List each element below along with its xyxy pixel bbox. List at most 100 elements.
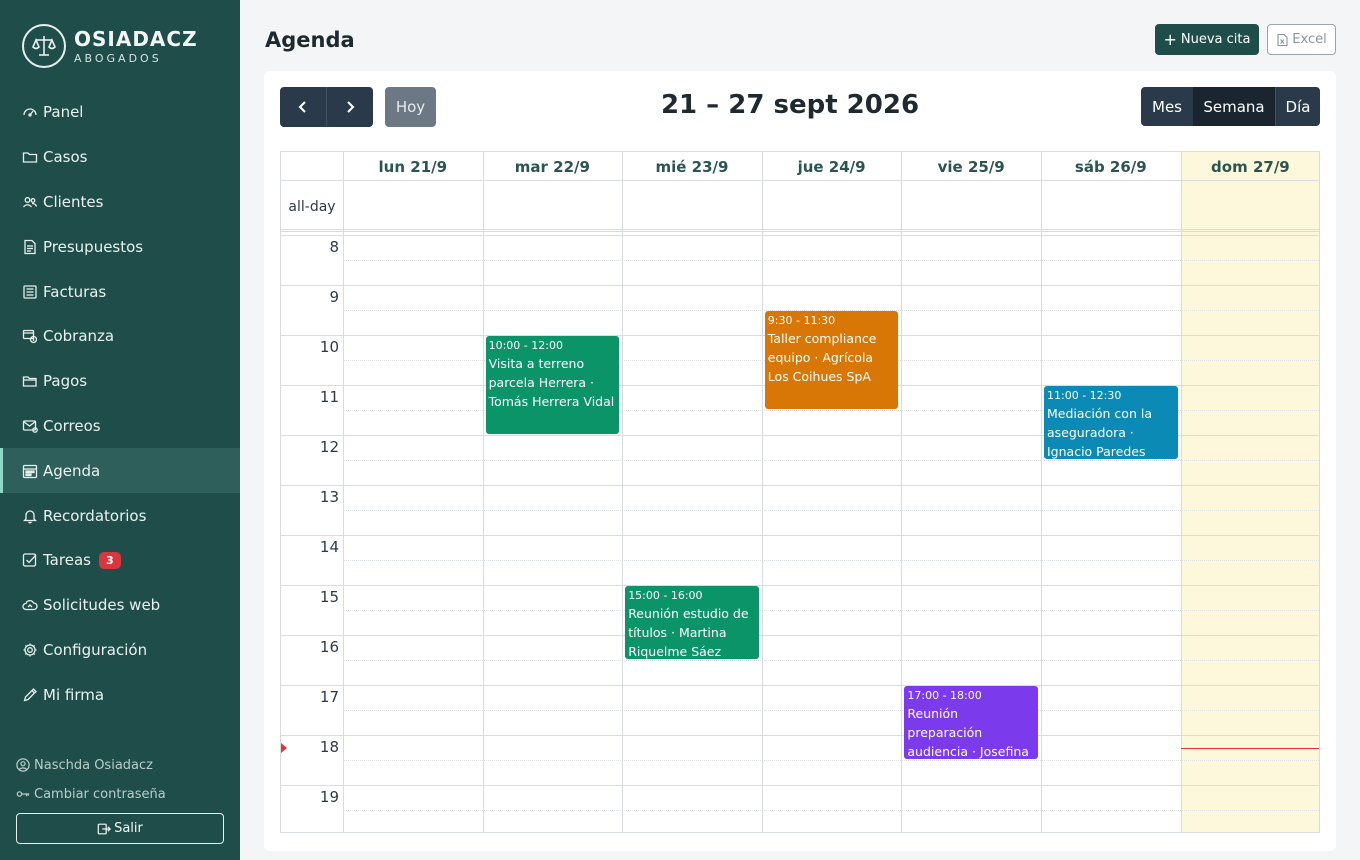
- sidebar-nav: Panel Casos Clientes Presupuestos Facturas Co…: [0, 90, 240, 717]
- hour-label: 15: [319, 588, 339, 606]
- checkbox-icon: [22, 552, 38, 568]
- column-divider: [1041, 152, 1042, 832]
- new-appointment-button[interactable]: + Nueva cita: [1155, 24, 1259, 55]
- today-button[interactable]: Hoy: [385, 87, 436, 127]
- sidebar-item-facturas[interactable]: Facturas: [0, 269, 240, 314]
- day-header[interactable]: sáb 26/9: [1041, 152, 1181, 181]
- view-month-button[interactable]: Mes: [1141, 87, 1193, 126]
- user-profile-link[interactable]: Naschda Osiadacz: [16, 756, 224, 774]
- day-header[interactable]: lun 21/9: [343, 152, 483, 181]
- view-week-button[interactable]: Semana: [1193, 87, 1275, 126]
- sidebar-item-mi-firma[interactable]: Mi firma: [0, 672, 240, 717]
- day-header[interactable]: vie 25/9: [901, 152, 1041, 181]
- hour-line: [281, 635, 1319, 636]
- change-password-label: Cambiar contraseña: [34, 786, 166, 802]
- column-divider: [761, 152, 763, 832]
- sidebar-item-label: Casos: [43, 148, 88, 167]
- sidebar-item-clientes[interactable]: Clientes: [0, 180, 240, 225]
- sidebar-item-label: Facturas: [43, 282, 107, 301]
- mail-icon: [22, 418, 38, 434]
- event-time: 9:30 - 11:30: [767, 314, 836, 327]
- hour-label: 18: [319, 738, 339, 756]
- hour-line: [281, 685, 1319, 686]
- scales-of-justice-icon: [22, 24, 66, 68]
- sidebar-item-cobranza[interactable]: Cobranza: [0, 314, 240, 359]
- half-hour-line: [343, 810, 1319, 811]
- sidebar-item-correos[interactable]: Correos: [0, 404, 240, 449]
- hour-label: 11: [319, 388, 339, 406]
- sidebar-item-casos[interactable]: Casos: [0, 135, 240, 180]
- sidebar-item-panel[interactable]: Panel: [0, 90, 240, 135]
- half-hour-line: [343, 510, 1319, 511]
- next-week-button[interactable]: [326, 87, 373, 127]
- sidebar-item-label: Agenda: [43, 461, 101, 480]
- calendar-icon: [22, 463, 38, 479]
- sidebar-item-label: Mi firma: [43, 685, 105, 704]
- sidebar-item-agenda[interactable]: Agenda: [0, 448, 240, 494]
- hour-label: 10: [319, 338, 339, 356]
- view-day-button[interactable]: Día: [1275, 87, 1320, 126]
- hour-line: [281, 535, 1319, 536]
- calendar-event[interactable]: 9:30 - 11:30 Taller compliance equipo · A…: [764, 311, 899, 409]
- brand[interactable]: OSIADACZ ABOGADOS: [22, 24, 198, 68]
- sidebar-item-label: Solicitudes web: [43, 596, 161, 615]
- event-title: Visita a terreno parcela Herrera · Tomás…: [488, 356, 615, 409]
- sidebar-item-label: Clientes: [43, 192, 104, 211]
- folder-open-icon: [22, 373, 38, 389]
- hour-line: [281, 735, 1319, 736]
- day-header[interactable]: mié 23/9: [622, 152, 762, 181]
- calendar-event[interactable]: 15:00 - 16:00 Reunión estudio de títulos …: [625, 586, 759, 659]
- event-time: 11:00 - 12:30: [1047, 389, 1122, 402]
- user-area: Naschda Osiadacz Cambiar contraseña: [16, 756, 224, 814]
- change-password-link[interactable]: Cambiar contraseña: [16, 785, 224, 803]
- logout-button[interactable]: Salir: [16, 813, 224, 844]
- half-hour-line: [343, 260, 1319, 261]
- excel-label: Excel: [1292, 32, 1327, 47]
- hour-label: 9: [329, 288, 339, 306]
- hour-label: 16: [319, 638, 339, 656]
- sidebar: OSIADACZ ABOGADOS Panel Casos Clientes Pres…: [0, 0, 240, 860]
- half-hour-line: [343, 460, 1319, 461]
- day-header-row: lun 21/9 mar 22/9 mié 23/9 jue 24/9 vie 25/9…: [281, 152, 1319, 181]
- people-icon: [22, 194, 38, 210]
- prev-week-button[interactable]: [280, 87, 326, 127]
- day-header[interactable]: mar 22/9: [483, 152, 623, 181]
- column-divider: [482, 152, 484, 832]
- column-divider: [343, 152, 344, 832]
- half-hour-line: [343, 660, 1319, 661]
- today-column-highlight: [1180, 152, 1319, 832]
- hour-label: 13: [319, 488, 339, 506]
- hour-label: 19: [319, 788, 339, 806]
- calendar-event[interactable]: 17:00 - 18:00 Reunión preparación audienc…: [904, 686, 1038, 759]
- sidebar-item-presupuestos[interactable]: Presupuestos: [0, 224, 240, 269]
- calendar-event[interactable]: 11:00 - 12:30 Mediación con la asegurador…: [1044, 386, 1178, 459]
- folder-icon: [22, 149, 38, 165]
- event-title: Taller compliance equipo · Agrícola Los …: [767, 331, 877, 384]
- column-divider: [1180, 152, 1182, 832]
- user-name: Naschda Osiadacz: [34, 757, 153, 773]
- all-day-row: all-day: [281, 181, 1319, 232]
- half-hour-line: [343, 610, 1319, 611]
- hour-line: [281, 485, 1319, 486]
- hour-label: 12: [319, 438, 339, 456]
- brand-subtitle: ABOGADOS: [74, 51, 162, 65]
- column-divider: [901, 152, 903, 832]
- day-header[interactable]: jue 24/9: [762, 152, 902, 181]
- sidebar-item-label: Pagos: [43, 372, 88, 391]
- sidebar-item-recordatorios[interactable]: Recordatorios: [0, 493, 240, 538]
- hour-label: 17: [319, 688, 339, 706]
- event-time: 17:00 - 18:00: [907, 689, 982, 702]
- chevron-left-icon: [298, 101, 306, 113]
- half-hour-line: [343, 560, 1319, 561]
- sidebar-item-solicitudes-web[interactable]: Solicitudes web: [0, 583, 240, 628]
- sidebar-item-pagos[interactable]: Pagos: [0, 359, 240, 404]
- day-header[interactable]: dom 27/9: [1181, 152, 1319, 181]
- excel-export-button[interactable]: Excel: [1267, 24, 1336, 55]
- event-time: 15:00 - 16:00: [628, 589, 703, 602]
- calendar-event[interactable]: 10:00 - 12:00 Visita a terreno parcela He…: [485, 336, 620, 434]
- new-appointment-label: Nueva cita: [1180, 32, 1251, 47]
- sidebar-item-tareas[interactable]: Tareas 3: [0, 538, 240, 583]
- page-title: Agenda: [265, 28, 355, 52]
- collection-icon: [22, 328, 38, 344]
- sidebar-item-configuraci-n[interactable]: Configuración: [0, 628, 240, 673]
